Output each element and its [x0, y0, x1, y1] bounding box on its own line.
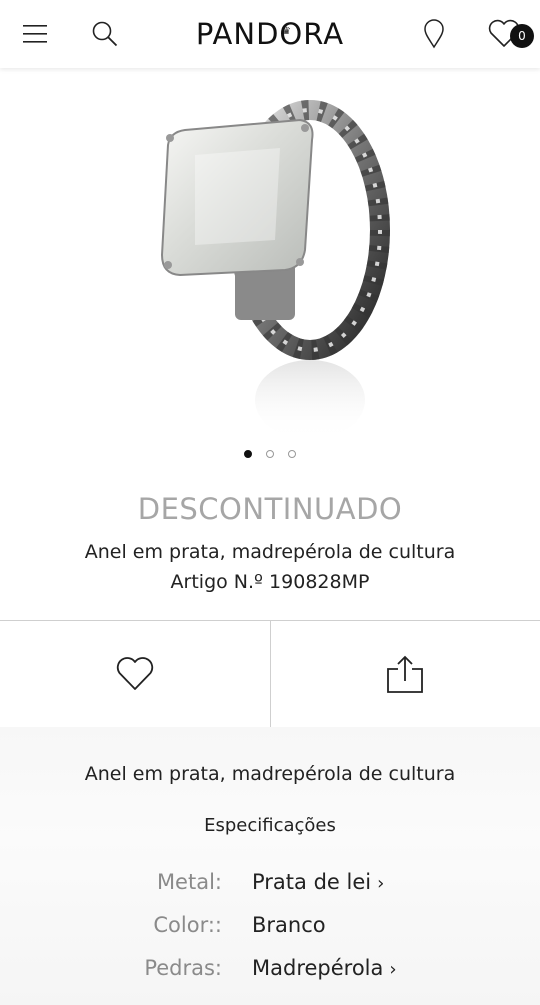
spec-row-stones: Pedras: Madrepérola › — [0, 956, 540, 986]
spec-value-link[interactable]: Madrepérola › — [252, 956, 397, 980]
spec-row-color: Color:: Branco — [0, 913, 540, 943]
product-title: Anel em prata, madrepérola de cultura — [84, 541, 456, 563]
product-description: Anel em prata, madrepérola de cultura — [84, 763, 456, 785]
crown-icon: ♛ — [282, 26, 292, 37]
carousel-dot[interactable] — [266, 450, 274, 458]
location-pin-icon — [424, 19, 444, 49]
spec-label: Color:: — [153, 913, 222, 937]
product-image[interactable] — [140, 100, 400, 440]
share-icon — [387, 655, 424, 693]
product-actions — [0, 620, 540, 728]
specifications-heading: Especificações — [204, 815, 336, 836]
product-status: DESCONTINUADO — [137, 492, 403, 526]
brand-name: PANDORA — [195, 17, 345, 51]
heart-icon — [116, 657, 153, 690]
spec-label: Pedras: — [144, 956, 222, 980]
wishlist-count-badge: 0 — [510, 24, 534, 48]
brand-logo[interactable]: PANDORA ♛ — [0, 14, 540, 54]
store-locator-button[interactable] — [414, 14, 454, 54]
add-to-wishlist-button[interactable] — [0, 621, 270, 727]
carousel-dot[interactable] — [288, 450, 296, 458]
spec-value-link[interactable]: Prata de lei › — [252, 870, 384, 894]
chevron-right-icon: › — [377, 873, 385, 894]
chevron-right-icon: › — [389, 959, 397, 980]
product-details: Anel em prata, madrepérola de cultura Es… — [0, 727, 540, 1005]
spec-value: Branco — [252, 913, 326, 937]
ring-image — [160, 100, 390, 440]
image-carousel-dots — [0, 450, 540, 458]
spec-value: Madrepérola — [252, 956, 384, 980]
article-number: Artigo N.º 190828MP — [170, 571, 370, 593]
site-header: PANDORA ♛ 0 — [0, 0, 540, 68]
share-button[interactable] — [269, 621, 540, 727]
spec-label: Metal: — [156, 870, 222, 894]
spec-value: Prata de lei — [252, 870, 372, 894]
spec-row-metal: Metal: Prata de lei › — [0, 870, 540, 900]
carousel-dot[interactable] — [244, 450, 252, 458]
